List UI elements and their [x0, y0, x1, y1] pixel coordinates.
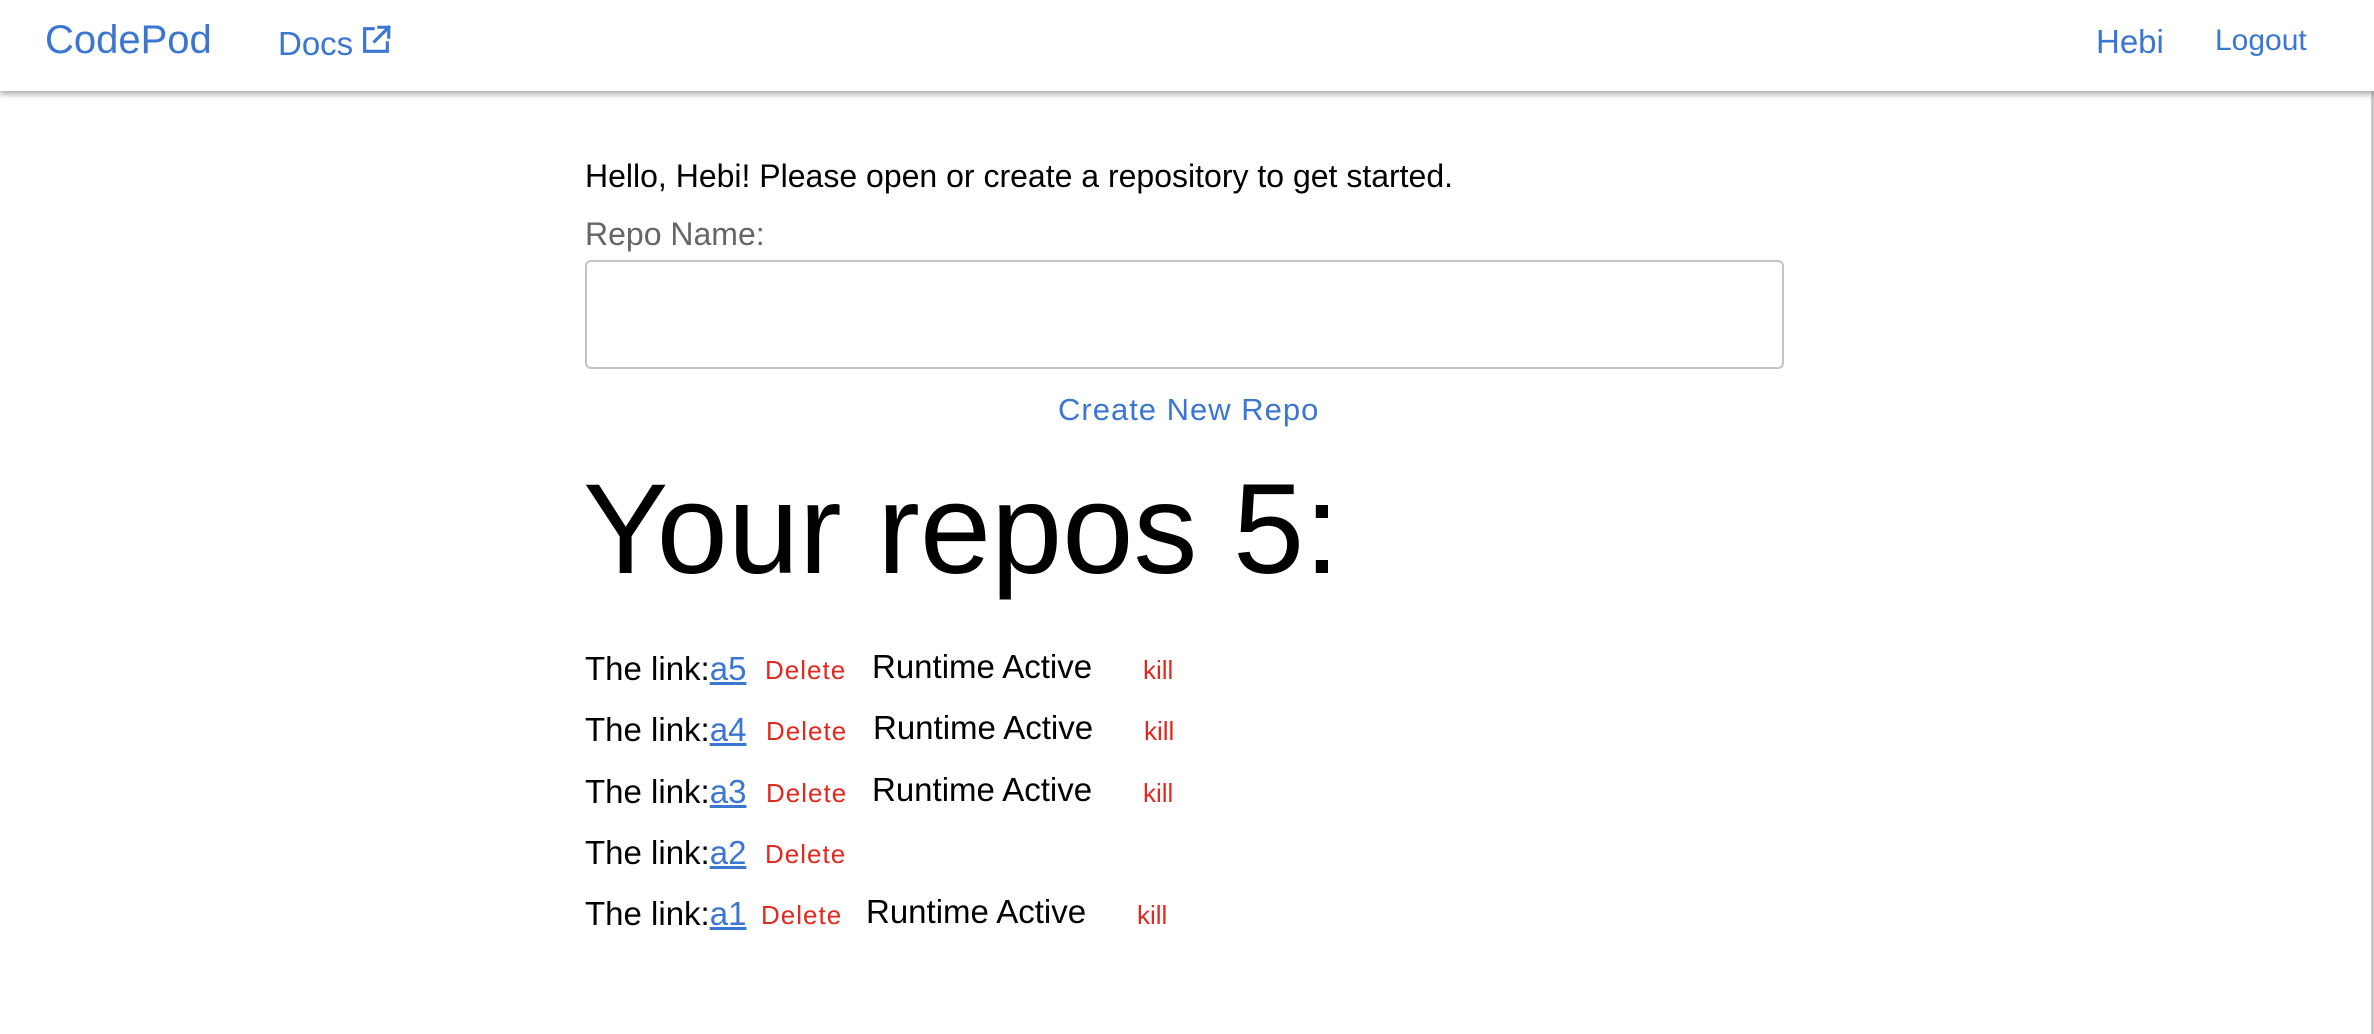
repo-link[interactable]: a1	[710, 895, 747, 932]
repo-link-label: The link:a5	[585, 650, 747, 687]
repo-link-label: The link:a4	[585, 711, 747, 748]
repo-link-label: The link:a2	[585, 834, 747, 871]
external-link-icon	[359, 23, 393, 65]
repo-link[interactable]: a4	[710, 711, 747, 748]
kill-button[interactable]: kill	[1137, 900, 1167, 931]
docs-label: Docs	[278, 25, 354, 62]
repos-heading: Your repos 5:	[583, 458, 1340, 601]
delete-button[interactable]: Delete	[766, 716, 847, 747]
repo-link[interactable]: a5	[710, 650, 747, 687]
repo-link[interactable]: a2	[710, 834, 747, 871]
repo-link[interactable]: a3	[710, 773, 747, 810]
repo-name-input[interactable]	[585, 260, 1784, 369]
kill-button[interactable]: kill	[1143, 778, 1173, 809]
repo-name-label: Repo Name:	[585, 216, 765, 252]
kill-button[interactable]: kill	[1143, 655, 1173, 686]
logout-link[interactable]: Logout	[2215, 24, 2307, 58]
delete-button[interactable]: Delete	[765, 839, 846, 870]
kill-button[interactable]: kill	[1144, 716, 1174, 747]
brand-link[interactable]: CodePod	[45, 18, 212, 63]
runtime-status: Runtime Active	[872, 648, 1093, 685]
delete-button[interactable]: Delete	[766, 778, 847, 809]
delete-button[interactable]: Delete	[765, 655, 846, 686]
repo-link-label: The link:a1	[585, 895, 747, 932]
runtime-status: Runtime Active	[872, 771, 1093, 808]
create-repo-button[interactable]: Create New Repo	[1058, 392, 1319, 428]
repo-link-label: The link:a3	[585, 773, 747, 810]
user-menu-link[interactable]: Hebi	[2096, 23, 2164, 61]
docs-link[interactable]: Docs	[278, 23, 393, 65]
runtime-status: Runtime Active	[866, 893, 1087, 930]
top-nav-bar: CodePod Docs Hebi Logout	[0, 0, 2374, 91]
greeting-text: Hello, Hebi! Please open or create a rep…	[585, 158, 1454, 194]
delete-button[interactable]: Delete	[761, 900, 842, 931]
runtime-status: Runtime Active	[873, 709, 1094, 746]
